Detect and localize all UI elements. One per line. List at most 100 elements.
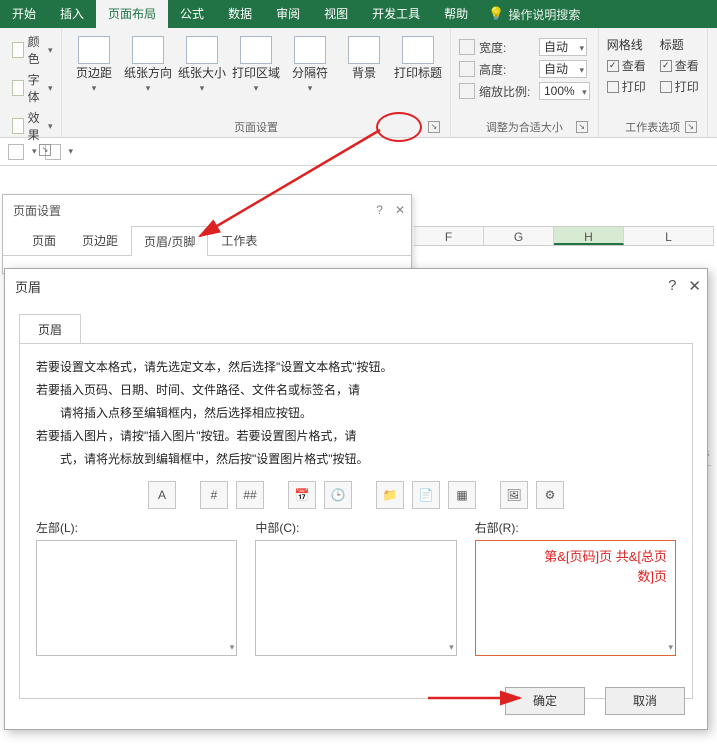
breaks-button[interactable]: 分隔符▾	[286, 32, 334, 94]
help-text: 若要设置文本格式，请先选定文本，然后选择"设置文本格式"按钮。 若要插入页码、日…	[36, 358, 676, 467]
header-toolbar: A # ## 📅 🕒 📁 📄 ▦ 🖼 ⚙	[36, 481, 676, 509]
left-section-label: 左部(L):	[36, 519, 237, 536]
tab-help[interactable]: 帮助	[432, 0, 480, 28]
col-H[interactable]: H	[554, 227, 624, 245]
gridlines-title: 网格线	[607, 36, 646, 53]
tell-me-search[interactable]: 💡 操作说明搜索	[488, 0, 580, 28]
fonts-icon	[12, 80, 24, 96]
group-page-setup: 页边距▾ 纸张方向▾ 纸张大小▾ 打印区域▾ 分隔符▾ 背景 打印标题 页面设置…	[62, 28, 451, 137]
format-picture-icon[interactable]: ⚙	[536, 481, 564, 509]
file-name-icon[interactable]: 📄	[412, 481, 440, 509]
page-setup-title: 页面设置	[13, 202, 61, 219]
orientation-button[interactable]: 纸张方向▾	[124, 32, 172, 94]
close-icon[interactable]: ✕	[688, 277, 701, 295]
insert-picture-icon[interactable]: 🖼	[500, 481, 528, 509]
height-icon	[459, 61, 475, 77]
left-section-box[interactable]: ▾	[36, 540, 237, 656]
tab-insert[interactable]: 插入	[48, 0, 96, 28]
size-button[interactable]: 纸张大小▾	[178, 32, 226, 94]
tab-page-layout[interactable]: 页面布局	[96, 0, 168, 28]
tell-me-label: 操作说明搜索	[508, 6, 580, 23]
print-area-icon	[240, 36, 272, 64]
width-label: 宽度:	[479, 39, 535, 56]
right-section-line2: 数]页	[637, 569, 667, 584]
help-icon[interactable]: ?	[376, 203, 383, 217]
theme-colors[interactable]: 颜色▾	[8, 32, 57, 68]
background-button[interactable]: 背景	[340, 32, 388, 80]
close-icon[interactable]: ✕	[395, 203, 405, 217]
date-icon[interactable]: 📅	[288, 481, 316, 509]
tab-view[interactable]: 视图	[312, 0, 360, 28]
file-path-icon[interactable]: 📁	[376, 481, 404, 509]
column-headers: F G H L	[414, 226, 714, 246]
center-section-label: 中部(C):	[255, 519, 456, 536]
margins-button[interactable]: 页边距▾	[70, 32, 118, 94]
ribbon-tabs: 开始 插入 页面布局 公式 数据 审阅 视图 开发工具 帮助 💡 操作说明搜索	[0, 0, 717, 28]
scale-launcher[interactable]: ↘	[576, 121, 588, 133]
header-dialog-title: 页眉	[15, 277, 41, 296]
theme-effects[interactable]: 效果▾	[8, 108, 57, 144]
format-text-icon[interactable]: A	[148, 481, 176, 509]
tab-sheet[interactable]: 工作表	[208, 225, 270, 255]
col-L[interactable]: L	[624, 227, 714, 245]
col-F[interactable]: F	[414, 227, 484, 245]
width-icon	[459, 39, 475, 55]
tab-header-footer[interactable]: 页眉/页脚	[131, 226, 208, 256]
sheet-name-icon[interactable]: ▦	[448, 481, 476, 509]
lightbulb-icon: 💡	[488, 6, 504, 22]
page-setup-group-title: 页面设置	[234, 122, 278, 134]
gridlines-view-check[interactable]: ✓查看	[607, 57, 646, 74]
quick-access-bar: ▾ ▾	[0, 138, 717, 166]
ok-button[interactable]: 确定	[505, 687, 585, 715]
group-sheet-options: 网格线 ✓查看 打印 标题 ✓查看 打印 工作表选项 ↘	[599, 28, 708, 137]
zoom-spinner[interactable]: 100%	[539, 82, 590, 100]
colors-icon	[12, 42, 24, 58]
print-titles-icon	[402, 36, 434, 64]
ribbon-body: 颜色▾ 字体▾ 效果▾ ↘ 页边距▾ 纸张方向▾ 纸张大小▾ 打印区域▾ 分隔符…	[0, 28, 717, 138]
group-scale: 宽度:自动 高度:自动 缩放比例:100% 调整为合适大小↘	[451, 28, 599, 137]
right-section-box[interactable]: 第&[页码]页 共&[总页 数]页 ▾	[475, 540, 676, 656]
headings-print-check[interactable]: 打印	[660, 78, 699, 95]
themes-launcher[interactable]: ↘	[39, 144, 51, 156]
page-setup-launcher[interactable]: ↘	[428, 121, 440, 133]
chevron-down-icon: ▾	[48, 121, 53, 132]
page-number-icon[interactable]: #	[200, 481, 228, 509]
help-icon[interactable]: ?	[668, 277, 676, 295]
headings-view-check[interactable]: ✓查看	[660, 57, 699, 74]
tab-review[interactable]: 审阅	[264, 0, 312, 28]
orientation-icon	[132, 36, 164, 64]
height-label: 高度:	[479, 61, 535, 78]
gridlines-print-check[interactable]: 打印	[607, 78, 646, 95]
print-area-button[interactable]: 打印区域▾	[232, 32, 280, 94]
chevron-down-icon: ▾	[48, 83, 53, 94]
zoom-icon	[459, 83, 475, 99]
page-setup-dialog: 页面设置 ? ✕ 页面 页边距 页眉/页脚 工作表	[2, 194, 412, 274]
page-count-icon[interactable]: ##	[236, 481, 264, 509]
effects-icon	[12, 118, 24, 134]
tab-developer[interactable]: 开发工具	[360, 0, 432, 28]
width-combo[interactable]: 自动	[539, 38, 587, 56]
tab-margins[interactable]: 页边距	[69, 225, 131, 255]
right-section-line1: 第&[页码]页 共&[总页	[544, 549, 667, 564]
col-G[interactable]: G	[484, 227, 554, 245]
page-setup-tabs: 页面 页边距 页眉/页脚 工作表	[3, 225, 411, 256]
cancel-button[interactable]: 取消	[605, 687, 685, 715]
tab-data[interactable]: 数据	[216, 0, 264, 28]
scale-group-title: 调整为合适大小	[486, 122, 563, 134]
sheet-options-title: 工作表选项	[625, 122, 680, 134]
tab-page[interactable]: 页面	[19, 225, 69, 255]
right-section-label: 右部(R):	[475, 519, 676, 536]
print-titles-button[interactable]: 打印标题	[394, 32, 442, 80]
center-section-box[interactable]: ▾	[255, 540, 456, 656]
breaks-icon	[294, 36, 326, 64]
tab-start[interactable]: 开始	[0, 0, 48, 28]
sheet-options-launcher[interactable]: ↘	[685, 121, 697, 133]
headings-title: 标题	[660, 36, 699, 53]
paper-size-icon	[186, 36, 218, 64]
header-editor-dialog: 页眉 ? ✕ 页眉 若要设置文本格式，请先选定文本，然后选择"设置文本格式"按钮…	[4, 268, 708, 730]
header-inner-tab[interactable]: 页眉	[19, 314, 81, 344]
theme-fonts[interactable]: 字体▾	[8, 70, 57, 106]
height-combo[interactable]: 自动	[539, 60, 587, 78]
tab-formulas[interactable]: 公式	[168, 0, 216, 28]
time-icon[interactable]: 🕒	[324, 481, 352, 509]
